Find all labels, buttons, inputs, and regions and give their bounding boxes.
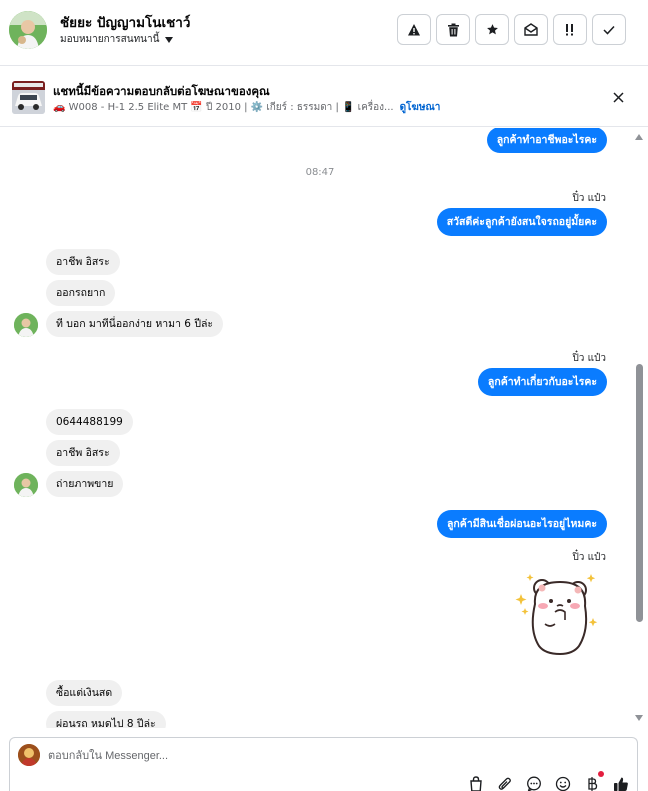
shopping-bag-button[interactable] <box>466 774 485 791</box>
baht-icon <box>587 776 597 791</box>
outgoing-message[interactable]: สวัสดีค่ะลูกค้ายังสนใจรถอยู่มั้ยคะ <box>436 208 607 236</box>
message-thread[interactable]: ลูกค้าทำอาชีพอะไรคะ 08:47 ปิ๋ว แป๋ว สวัส… <box>0 128 648 728</box>
reply-input[interactable] <box>48 748 448 764</box>
scroll-down-arrow[interactable] <box>634 713 644 723</box>
view-ad-link[interactable]: ดูโฆษณา <box>400 100 441 115</box>
ad-thumbnail[interactable] <box>12 81 45 114</box>
incoming-message[interactable]: อาชีพ อิสระ <box>46 440 120 466</box>
incoming-message[interactable]: อาชีพ อิสระ <box>46 249 120 275</box>
delete-button[interactable] <box>436 14 470 45</box>
caret-down-icon <box>165 36 174 43</box>
scrollbar-thumb[interactable] <box>636 364 643 622</box>
incoming-message[interactable]: ออกรถยาก <box>46 280 116 306</box>
ad-reply-title: แชทนี้มีข้อความตอบกลับต่อโฆษณาของคุณ <box>53 84 270 98</box>
ad-detail-text: 🚗 W008 - H-1 2.5 Elite MT 📅 ปี 2010 | ⚙️… <box>53 102 394 113</box>
hamster-sticker[interactable] <box>515 568 605 658</box>
assign-conversation-dropdown[interactable]: มอบหมายการสนทนานี้ <box>60 32 174 47</box>
triangle-up-icon <box>635 134 643 140</box>
mark-unread-button[interactable] <box>514 14 548 45</box>
sender-name: ปิ๋ว แป๋ว <box>572 552 606 563</box>
page-avatar <box>18 744 40 766</box>
notification-dot <box>598 771 604 777</box>
follow-up-button[interactable] <box>553 14 587 45</box>
smiley-icon <box>555 776 570 791</box>
sender-name: ปิ๋ว แป๋ว <box>572 193 606 204</box>
paperclip-icon <box>498 777 511 790</box>
thumbs-up-icon <box>613 777 628 791</box>
mark-unread-icon <box>524 23 538 36</box>
header-actions <box>397 14 626 45</box>
triangle-down-icon <box>635 715 643 721</box>
contact-avatar-small[interactable] <box>14 313 38 337</box>
star-icon <box>486 24 498 35</box>
incoming-message[interactable]: ถ่ายภาพขาย <box>46 471 124 497</box>
like-button[interactable] <box>611 774 630 791</box>
follow-up-icon <box>566 23 573 35</box>
trash-icon <box>447 23 459 36</box>
outgoing-message[interactable]: ลูกค้ามีสินเชื่อผ่อนอะไรอยู่ไหมคะ <box>437 510 607 538</box>
mark-done-button[interactable] <box>592 14 626 45</box>
chat-bubble-icon <box>526 776 541 791</box>
incoming-message[interactable]: ผ่อนรถ หมดไป 8 ปีล่ะ <box>46 711 166 728</box>
assign-label: มอบหมายการสนทนานี้ <box>60 34 160 45</box>
timestamp-separator: 08:47 <box>305 167 335 178</box>
emoji-button[interactable] <box>553 774 572 791</box>
warning-icon <box>408 23 420 35</box>
saved-replies-button[interactable] <box>524 774 543 791</box>
star-button[interactable] <box>475 14 509 45</box>
close-icon <box>612 91 624 103</box>
incoming-message[interactable]: ที บอก มาทีนี่ออกง่าย หามา 6 ปีล่ะ <box>46 311 224 337</box>
conversation-header: ชัยยะ ปัญญามโนเชาว์ มอบหมายการสนทนานี้ <box>0 0 648 66</box>
done-check-icon <box>603 25 615 35</box>
message-composer <box>9 737 638 791</box>
incoming-message[interactable]: ซื้อแต่เงินสด <box>46 680 123 706</box>
shopping-bag-icon <box>469 775 482 791</box>
outgoing-message[interactable]: ลูกค้าทำเกี่ยวกับอะไรคะ <box>477 368 607 396</box>
mark-spam-button[interactable] <box>397 14 431 45</box>
scroll-up-arrow[interactable] <box>634 132 644 142</box>
outgoing-message[interactable]: ลูกค้าทำอาชีพอะไรคะ <box>486 128 607 153</box>
ad-detail-row: 🚗 W008 - H-1 2.5 Elite MT 📅 ปี 2010 | ⚙️… <box>53 100 440 115</box>
contact-avatar-small[interactable] <box>14 473 38 497</box>
incoming-message[interactable]: 0644488199 <box>46 409 133 435</box>
ad-reply-banner: แชทนี้มีข้อความตอบกลับต่อโฆษณาของคุณ 🚗 W… <box>0 67 648 127</box>
contact-name[interactable]: ชัยยะ ปัญญามโนเชาว์ <box>60 11 190 33</box>
payment-button[interactable] <box>582 771 604 791</box>
sender-name: ปิ๋ว แป๋ว <box>572 353 606 364</box>
attach-button[interactable] <box>495 774 514 791</box>
composer-toolbar <box>466 771 630 791</box>
contact-avatar[interactable] <box>9 11 47 49</box>
close-banner-button[interactable] <box>608 87 628 107</box>
